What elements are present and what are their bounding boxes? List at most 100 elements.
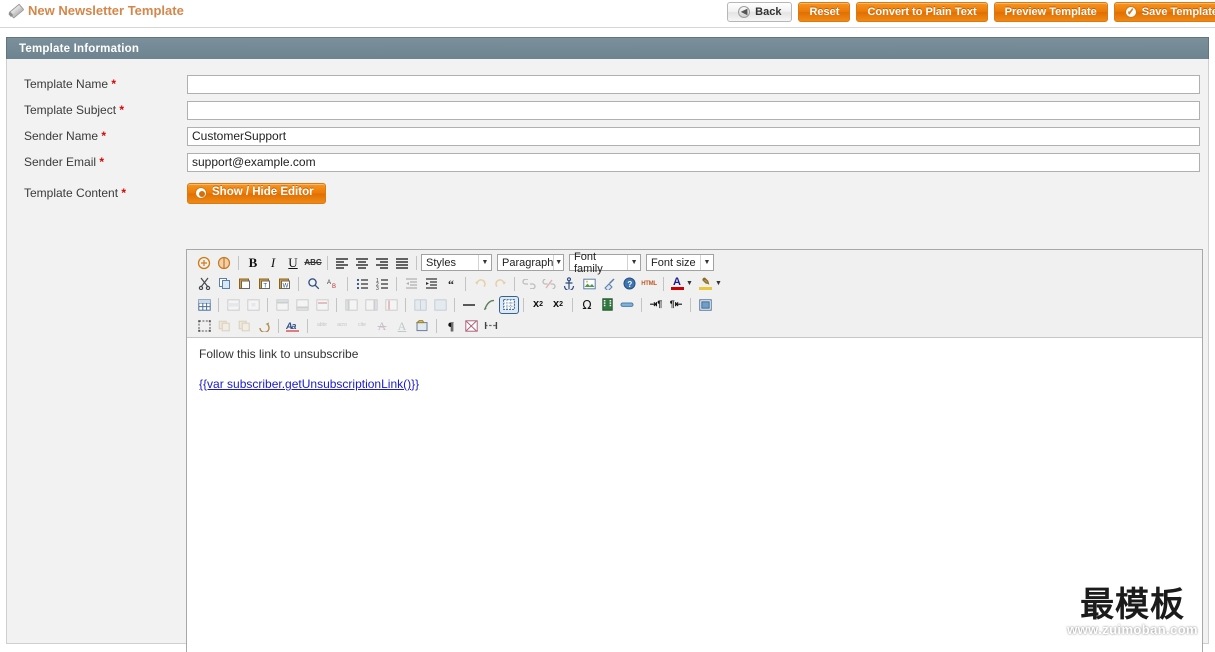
horizontal-rule-icon[interactable]: [459, 296, 479, 314]
align-center-icon[interactable]: [352, 254, 372, 272]
find-replace-icon[interactable]: AB: [323, 275, 343, 293]
delete-text-icon[interactable]: A: [372, 317, 392, 335]
background-color-dropdown-icon[interactable]: ▼: [715, 280, 722, 287]
insert-emotion-icon[interactable]: [617, 296, 637, 314]
delete-row-icon[interactable]: [312, 296, 332, 314]
align-right-icon[interactable]: [372, 254, 392, 272]
redo-icon[interactable]: [490, 275, 510, 293]
toolbar-separator: [218, 297, 219, 312]
background-color-icon[interactable]: ✎: [697, 275, 715, 293]
align-justify-icon[interactable]: [392, 254, 412, 272]
reset-button[interactable]: Reset: [798, 2, 851, 22]
insert-column-before-icon[interactable]: [341, 296, 361, 314]
fullscreen-icon[interactable]: [695, 296, 715, 314]
editor-toolbar-row-1: B I U ABC Styles ▼ Paragraph ▼ Font fami…: [187, 251, 1202, 275]
restore-draft-icon[interactable]: [254, 317, 274, 335]
delete-column-icon[interactable]: [381, 296, 401, 314]
insert-text-icon[interactable]: A: [392, 317, 412, 335]
show-blocks-icon[interactable]: ¶: [441, 317, 461, 335]
template-content-label-text: Template Content: [24, 186, 119, 200]
spellcheck-icon[interactable]: Aa: [283, 317, 303, 335]
remove-format-icon[interactable]: [479, 296, 499, 314]
template-subject-label: Template Subject *: [7, 103, 187, 117]
text-color-dropdown-icon[interactable]: ▼: [686, 280, 693, 287]
align-left-icon[interactable]: [332, 254, 352, 272]
special-character-icon[interactable]: Ω: [577, 296, 597, 314]
magento-variable-icon[interactable]: [194, 254, 214, 272]
paste-text-icon[interactable]: T: [254, 275, 274, 293]
strikethrough-icon[interactable]: ABC: [303, 254, 323, 272]
undo-icon[interactable]: [470, 275, 490, 293]
attributes-icon[interactable]: [412, 317, 432, 335]
subscript-icon[interactable]: x2: [528, 296, 548, 314]
anchor-icon[interactable]: [559, 275, 579, 293]
unlink-icon[interactable]: [539, 275, 559, 293]
template-subject-input[interactable]: [187, 100, 1200, 120]
ltr-icon[interactable]: ⇥¶: [646, 296, 666, 314]
bullet-list-icon[interactable]: [352, 275, 372, 293]
insert-table-icon[interactable]: [194, 296, 214, 314]
font-family-select-value: Font family: [574, 250, 603, 275]
abbr-icon[interactable]: abbr: [312, 317, 332, 335]
text-color-icon[interactable]: A: [668, 275, 686, 293]
paragraph-select-value: Paragraph: [502, 256, 554, 269]
sender-name-input[interactable]: [187, 126, 1200, 146]
paste-icon[interactable]: [234, 275, 254, 293]
html-icon[interactable]: HTML: [639, 275, 659, 293]
find-icon[interactable]: [303, 275, 323, 293]
indent-icon[interactable]: [421, 275, 441, 293]
editor-content-area[interactable]: Follow this link to unsubscribe {{var su…: [187, 338, 1202, 652]
field-row-template-content: Template Content * Show / Hide Editor: [7, 178, 1208, 208]
copy-icon[interactable]: [214, 275, 234, 293]
preview-template-button[interactable]: Preview Template: [993, 2, 1108, 22]
back-button[interactable]: ◀ Back: [727, 2, 793, 22]
outdent-icon[interactable]: [401, 275, 421, 293]
insert-widget-icon[interactable]: [461, 317, 481, 335]
unsubscribe-link[interactable]: {{var subscriber.getUnsubscriptionLink()…: [199, 377, 419, 391]
paste-row-icon[interactable]: [234, 317, 254, 335]
insert-row-after-icon[interactable]: [292, 296, 312, 314]
acronym-icon[interactable]: acro: [332, 317, 352, 335]
split-cells-icon[interactable]: [410, 296, 430, 314]
help-icon[interactable]: ?: [619, 275, 639, 293]
paragraph-select[interactable]: Paragraph ▼: [497, 254, 564, 271]
insert-column-after-icon[interactable]: [361, 296, 381, 314]
underline-icon[interactable]: U: [283, 254, 303, 272]
merge-cells-icon[interactable]: [430, 296, 450, 314]
bold-icon[interactable]: B: [243, 254, 263, 272]
italic-icon[interactable]: I: [263, 254, 283, 272]
back-arrow-icon: ◀: [738, 6, 751, 18]
template-name-input[interactable]: [187, 74, 1200, 94]
rtl-icon[interactable]: ¶⇤: [666, 296, 686, 314]
visual-aid-icon[interactable]: [499, 295, 519, 314]
magento-widget-icon[interactable]: [214, 254, 234, 272]
table-row-properties-icon[interactable]: [223, 296, 243, 314]
preview-template-button-label: Preview Template: [1004, 5, 1097, 18]
link-icon[interactable]: [519, 275, 539, 293]
show-hide-editor-button[interactable]: Show / Hide Editor: [187, 182, 326, 204]
svg-text:?: ?: [627, 280, 632, 289]
cut-icon[interactable]: [194, 275, 214, 293]
insert-media-icon[interactable]: [597, 296, 617, 314]
page-break-icon[interactable]: [481, 317, 501, 335]
styles-select[interactable]: Styles ▼: [421, 254, 492, 271]
font-family-select[interactable]: Font family ▼: [569, 251, 641, 275]
chevron-down-icon: ▼: [700, 255, 713, 270]
blockquote-icon[interactable]: “: [441, 275, 461, 293]
convert-to-plain-text-button[interactable]: Convert to Plain Text: [856, 2, 988, 22]
numbered-list-icon[interactable]: 123: [372, 275, 392, 293]
font-size-select[interactable]: Font size ▼: [646, 254, 714, 271]
copy-row-icon[interactable]: [214, 317, 234, 335]
cite-icon[interactable]: cite: [352, 317, 372, 335]
toolbar-separator: [267, 297, 268, 312]
sender-email-input[interactable]: [187, 152, 1200, 172]
paste-word-icon[interactable]: W: [274, 275, 294, 293]
table-cell-properties-icon[interactable]: [243, 296, 263, 314]
cleanup-icon[interactable]: [599, 275, 619, 293]
save-template-button[interactable]: ✓ Save Template: [1113, 2, 1215, 22]
superscript-icon[interactable]: x2: [548, 296, 568, 314]
insert-row-before-icon[interactable]: [272, 296, 292, 314]
image-icon[interactable]: [579, 275, 599, 293]
select-all-icon[interactable]: [194, 317, 214, 335]
toolbar-separator: [572, 297, 573, 312]
